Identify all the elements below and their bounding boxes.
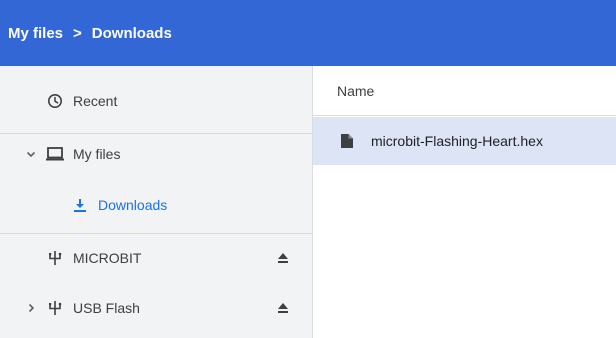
breadcrumb: My files > Downloads (0, 0, 616, 66)
sidebar-item-label: My files (73, 146, 121, 162)
sidebar-item-label: Recent (73, 93, 118, 109)
sidebar-item-usb-flash[interactable]: USB Flash (0, 288, 313, 328)
sidebar-item-downloads[interactable]: Downloads (0, 185, 313, 225)
breadcrumb-separator: > (73, 24, 82, 42)
eject-icon[interactable] (274, 249, 292, 267)
chevron-down-icon[interactable] (24, 147, 38, 161)
file-name: microbit-Flashing-Heart.hex (371, 133, 543, 149)
sidebar-item-label: USB Flash (73, 300, 140, 316)
column-header-name[interactable]: Name (313, 66, 616, 116)
breadcrumb-my-files[interactable]: My files (8, 25, 63, 42)
sidebar-item-label: MICROBIT (73, 250, 142, 266)
laptop-icon (45, 144, 65, 164)
sidebar: Recent My files Downloads MICROBIT USB F… (0, 66, 313, 338)
divider (0, 233, 313, 234)
usb-icon (45, 298, 65, 318)
file-row[interactable]: microbit-Flashing-Heart.hex (313, 117, 616, 165)
eject-icon[interactable] (274, 299, 292, 317)
column-header-label: Name (337, 82, 375, 99)
clock-icon (45, 91, 65, 111)
download-icon (70, 195, 90, 215)
sidebar-item-recent[interactable]: Recent (0, 81, 313, 121)
file-list: Name microbit-Flashing-Heart.hex (313, 66, 616, 338)
sidebar-item-label: Downloads (98, 197, 168, 213)
usb-icon (45, 248, 65, 268)
breadcrumb-downloads[interactable]: Downloads (92, 25, 172, 42)
sidebar-item-my-files[interactable]: My files (0, 134, 313, 174)
file-icon (337, 131, 357, 151)
chevron-right-icon[interactable] (24, 301, 38, 315)
sidebar-item-microbit[interactable]: MICROBIT (0, 238, 313, 278)
